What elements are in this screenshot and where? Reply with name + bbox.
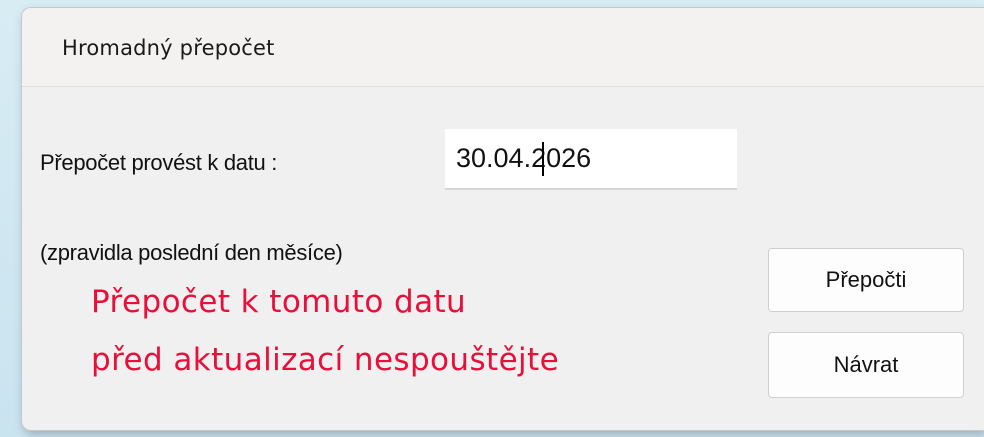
text-caret — [542, 142, 544, 176]
title-bar[interactable]: Hromadný přepočet — [22, 8, 984, 87]
date-label: Přepočet provést k datu : — [40, 150, 278, 175]
recalculate-button[interactable]: Přepočti — [768, 248, 964, 312]
warning-text-line2: před aktualizací nespouštějte — [91, 342, 560, 378]
dialog-title: Hromadný přepočet — [62, 36, 275, 60]
date-hint: (zpravidla poslední den měsíce) — [40, 240, 343, 265]
back-button[interactable]: Návrat — [768, 332, 964, 398]
warning-text-line1: Přepočet k tomuto datu — [91, 284, 467, 320]
bulk-recalculation-dialog: Hromadný přepočet Přepočet provést k dat… — [22, 8, 984, 430]
date-input[interactable] — [445, 129, 737, 190]
